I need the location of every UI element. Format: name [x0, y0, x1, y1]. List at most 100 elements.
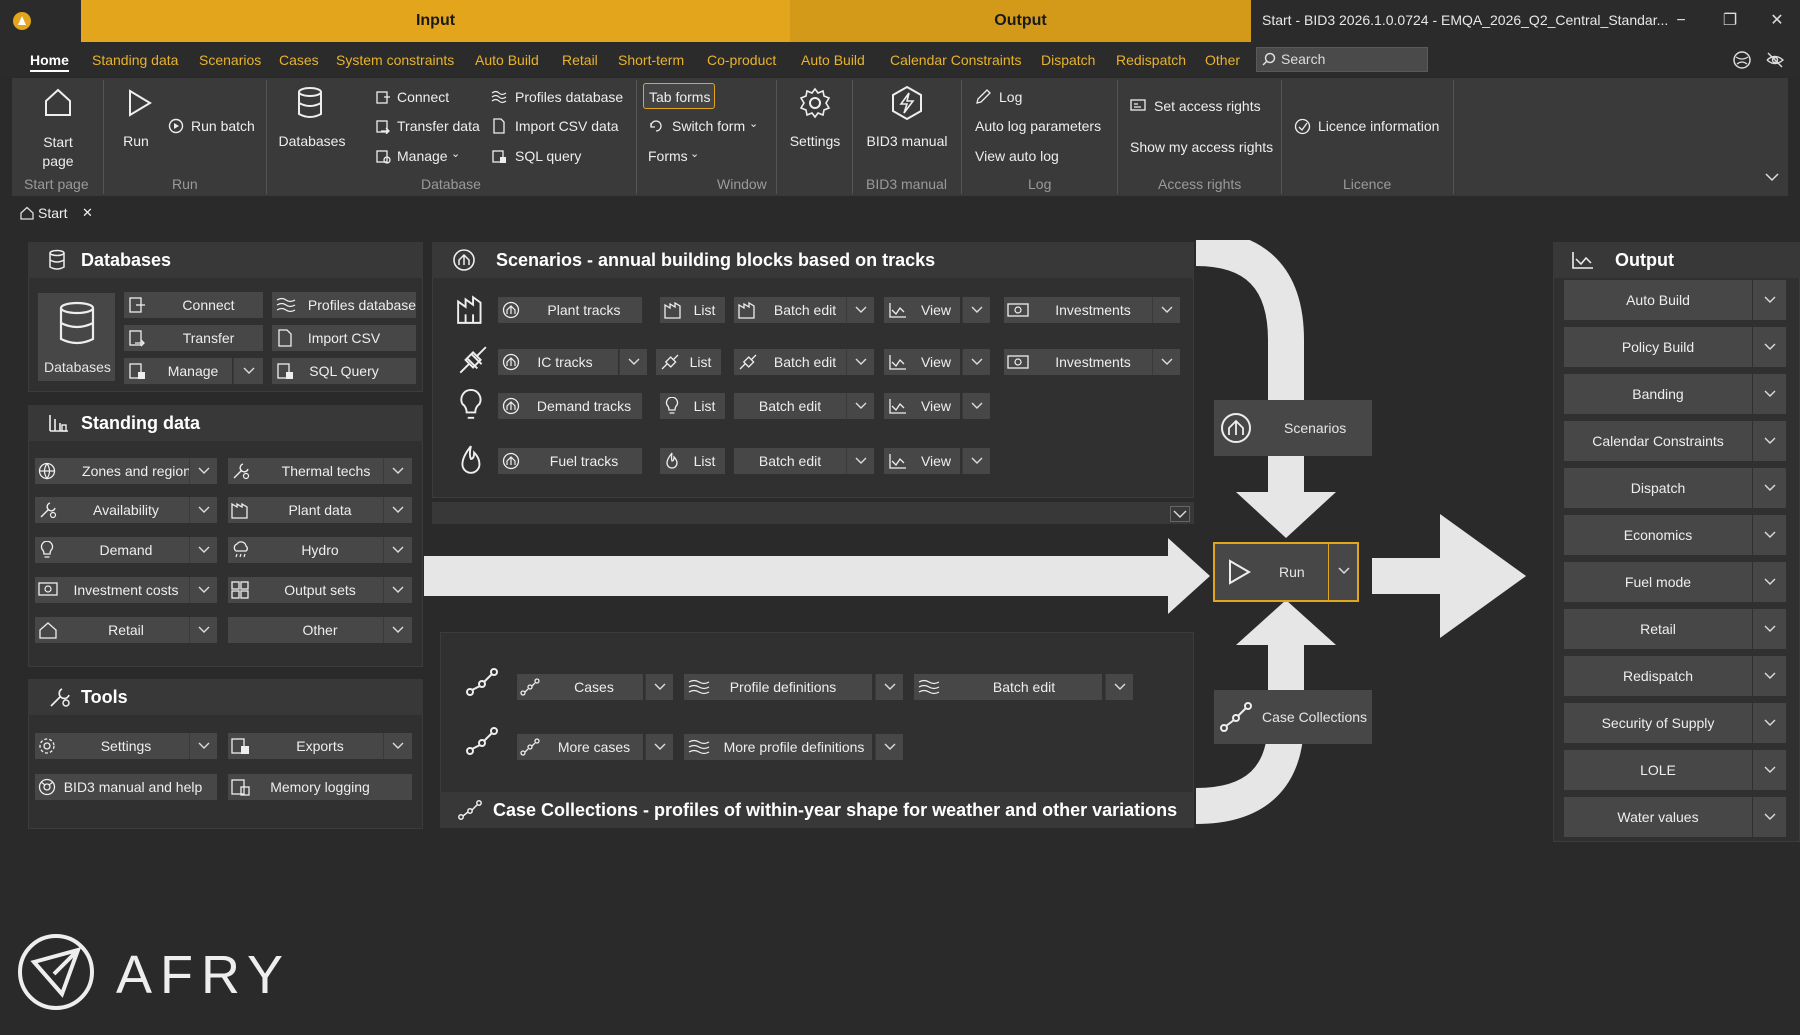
doc-tab-start[interactable]: Start ✕ [12, 200, 98, 224]
output-policy-build-dropdown[interactable] [1753, 327, 1786, 367]
play-icon [1225, 558, 1253, 586]
menu-system-constraints[interactable]: System constraints [336, 52, 454, 68]
set-access-rights-button[interactable]: Set access rights [1154, 98, 1261, 114]
menu-calendar-constraints[interactable]: Calendar Constraints [890, 52, 1022, 68]
menu-co-product[interactable]: Co-product [707, 52, 776, 68]
chevron-down-icon[interactable]: ⌄ [451, 147, 460, 160]
chevron-down-icon[interactable] [1337, 566, 1351, 576]
start-page-button[interactable]: Start page [30, 133, 86, 171]
plant-data-dropdown[interactable] [383, 497, 412, 523]
output-water-values-dropdown[interactable] [1753, 797, 1786, 837]
licence-information-button[interactable]: Licence information [1318, 118, 1439, 134]
output-policy-build-button[interactable]: Policy Build [1564, 327, 1752, 367]
globe-icon[interactable] [1732, 50, 1752, 70]
licence-group-label: Licence [1343, 176, 1392, 192]
output-dispatch-button[interactable]: Dispatch [1564, 468, 1752, 508]
databases-big-button[interactable]: Databases [38, 293, 115, 381]
memory-logging-button[interactable]: Memory logging [228, 774, 412, 800]
databases-ribbon-button[interactable]: Databases [276, 133, 348, 149]
view-auto-log-button[interactable]: View auto log [975, 148, 1059, 164]
output-auto-build-dropdown[interactable] [1753, 280, 1786, 320]
eye-off-icon[interactable] [1765, 50, 1785, 70]
run-button[interactable]: Run [1213, 542, 1359, 602]
output-fuel-mode-dropdown[interactable] [1753, 562, 1786, 602]
restore-button[interactable]: ❐ [1715, 8, 1745, 34]
log-button[interactable]: Log [999, 89, 1022, 105]
output-economics-dropdown[interactable] [1753, 515, 1786, 555]
output-retail-dropdown[interactable] [1753, 609, 1786, 649]
investment-costs-dropdown[interactable] [189, 577, 217, 603]
zones-dropdown[interactable] [189, 458, 217, 484]
access-rights-icon [1130, 98, 1146, 112]
menu-standing-data[interactable]: Standing data [92, 52, 178, 68]
menu-retail[interactable]: Retail [562, 52, 598, 68]
output-banding-button[interactable]: Banding [1564, 374, 1752, 414]
show-my-access-rights-button[interactable]: Show my access rights [1130, 139, 1273, 155]
output-tab[interactable]: Output [790, 0, 1251, 42]
output-economics-button[interactable]: Economics [1564, 515, 1752, 555]
demand-dropdown[interactable] [189, 537, 217, 563]
minimize-button[interactable]: − [1666, 8, 1696, 34]
search-input[interactable]: Search [1256, 47, 1428, 72]
output-security-of-supply-dropdown[interactable] [1753, 703, 1786, 743]
chevron-down-icon[interactable]: ⌄ [690, 147, 699, 160]
output-fuel-mode-button[interactable]: Fuel mode [1564, 562, 1752, 602]
bid3-manual-and-help-button[interactable]: BID3 manual and help [35, 774, 217, 800]
collapse-ribbon-icon[interactable] [1764, 172, 1780, 182]
manage-ribbon-button[interactable]: Manage [397, 148, 448, 164]
output-calendar-constraints-dropdown[interactable] [1753, 421, 1786, 461]
run-batch-button[interactable]: Run batch [191, 118, 255, 134]
menu-short-term[interactable]: Short-term [618, 52, 684, 68]
menu-other[interactable]: Other [1205, 52, 1240, 68]
output-water-values-button[interactable]: Water values [1564, 797, 1752, 837]
settings-dropdown[interactable] [189, 733, 217, 759]
gear-icon [798, 86, 832, 120]
close-tab-icon[interactable]: ✕ [82, 205, 93, 221]
output-security-of-supply-button[interactable]: Security of Supply [1564, 703, 1752, 743]
output-redispatch-dropdown[interactable] [1753, 656, 1786, 696]
menu-dispatch[interactable]: Dispatch [1041, 52, 1095, 68]
input-tab[interactable]: Input [81, 0, 790, 42]
output-calendar-constraints-button[interactable]: Calendar Constraints [1564, 421, 1752, 461]
hydro-dropdown[interactable] [383, 537, 412, 563]
settings-ribbon-button[interactable]: Settings [786, 133, 844, 149]
transfer-data-button[interactable]: Transfer data [397, 118, 480, 134]
output-redispatch-button[interactable]: Redispatch [1564, 656, 1752, 696]
menu-auto-build-output[interactable]: Auto Build [801, 52, 865, 68]
ribbon-separator [776, 80, 777, 194]
output-lole-button[interactable]: LOLE [1564, 750, 1752, 790]
output-dispatch-dropdown[interactable] [1753, 468, 1786, 508]
sql-query-ribbon-button[interactable]: SQL query [515, 148, 581, 164]
forms-button[interactable]: Forms [648, 148, 688, 164]
close-window-button[interactable]: ✕ [1762, 8, 1792, 34]
run-ribbon-button[interactable]: Run [118, 133, 154, 149]
switch-form-button[interactable]: Switch form [672, 118, 745, 134]
tools-header: Tools [28, 679, 423, 715]
menu-cases[interactable]: Cases [279, 52, 319, 68]
output-sets-dropdown[interactable] [383, 577, 412, 603]
exports-dropdown[interactable] [383, 733, 412, 759]
output-auto-build-button[interactable]: Auto Build [1564, 280, 1752, 320]
import-csv-data-button[interactable]: Import CSV data [515, 118, 619, 134]
menu-home[interactable]: Home [30, 52, 69, 72]
bid3-manual-ribbon-button[interactable]: BID3 manual [864, 133, 950, 149]
output-banding-dropdown[interactable] [1753, 374, 1786, 414]
menu-redispatch[interactable]: Redispatch [1116, 52, 1186, 68]
case-collections-node-button[interactable]: Case Collections [1214, 690, 1372, 744]
menu-scenarios[interactable]: Scenarios [199, 52, 261, 68]
retail-dropdown[interactable] [189, 617, 217, 643]
menu-auto-build[interactable]: Auto Build [475, 52, 539, 68]
output-lole-dropdown[interactable] [1753, 750, 1786, 790]
chevron-down-icon[interactable]: ⌄ [749, 117, 758, 130]
manage-dropdown[interactable] [233, 358, 263, 384]
auto-log-parameters-button[interactable]: Auto log parameters [975, 118, 1101, 134]
scenarios-node-button[interactable]: Scenarios [1214, 400, 1372, 456]
memory-icon [231, 778, 251, 796]
connect-ribbon-button[interactable]: Connect [397, 89, 449, 105]
output-retail-button[interactable]: Retail [1564, 609, 1752, 649]
thermal-techs-dropdown[interactable] [383, 458, 412, 484]
availability-dropdown[interactable] [189, 497, 217, 523]
other-dropdown[interactable] [383, 617, 412, 643]
profiles-database-ribbon-button[interactable]: Profiles database [515, 89, 623, 105]
tab-forms-toggle[interactable]: Tab forms [643, 83, 715, 109]
